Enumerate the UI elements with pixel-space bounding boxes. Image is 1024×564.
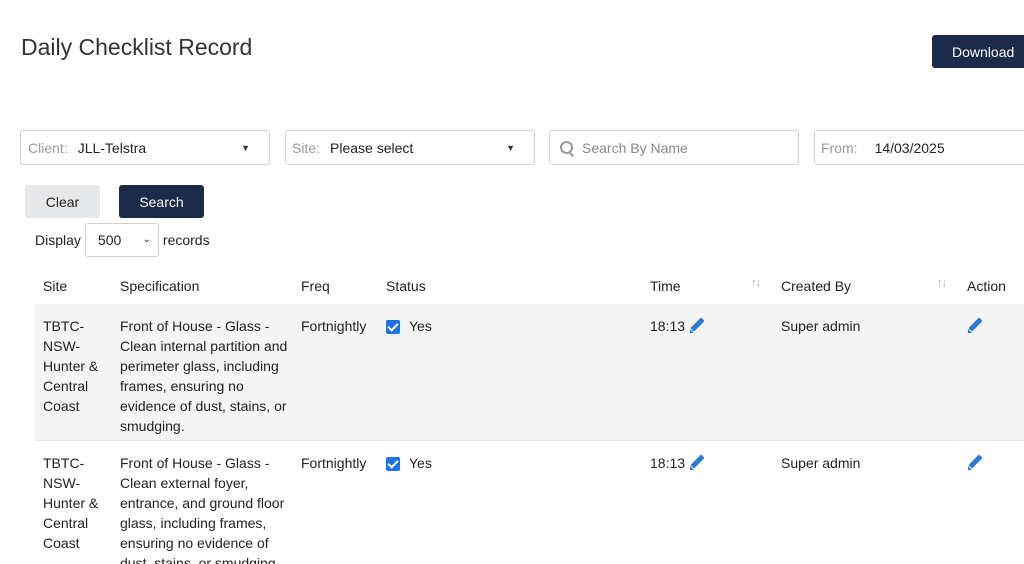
freq-cell: Fortnightly xyxy=(301,318,367,334)
download-button[interactable]: Download xyxy=(932,35,1024,68)
client-select[interactable]: Client: JLL-Telstra ▼ xyxy=(20,130,270,165)
freq-cell: Fortnightly xyxy=(301,455,367,471)
caret-down-icon: ▼ xyxy=(241,143,250,153)
from-date-field[interactable]: From: 14/03/2025 xyxy=(814,130,1024,165)
column-header-site[interactable]: Site xyxy=(43,278,67,294)
sort-icon[interactable]: ↑↓ xyxy=(751,277,761,289)
status-checkbox[interactable] xyxy=(386,456,400,471)
table-row: TBTC-NSW-Hunter & Central Coast Front of… xyxy=(35,304,1024,440)
caret-down-icon: ▼ xyxy=(506,143,515,153)
display-records-control: Display 500 ⌄ records xyxy=(35,223,210,257)
column-header-specification[interactable]: Specification xyxy=(120,278,199,294)
time-cell: 18:13 xyxy=(650,316,705,336)
status-text: Yes xyxy=(409,455,432,471)
created-by-cell: Super admin xyxy=(781,455,861,471)
site-select[interactable]: Site: Please select ▼ xyxy=(285,130,535,165)
search-field[interactable] xyxy=(549,130,799,165)
search-button[interactable]: Search xyxy=(119,185,204,218)
column-header-action: Action xyxy=(967,278,1006,294)
page: Daily Checklist Record Download Client: … xyxy=(0,0,1024,564)
search-icon xyxy=(560,140,574,155)
page-title: Daily Checklist Record xyxy=(21,34,253,60)
column-header-created-by[interactable]: Created By xyxy=(781,278,851,294)
column-header-freq[interactable]: Freq xyxy=(301,278,330,294)
specification-cell: Front of House - Glass - Clean internal … xyxy=(120,318,288,434)
client-value: JLL-Telstra xyxy=(77,139,147,156)
display-suffix: records xyxy=(162,232,210,248)
site-cell: TBTC-NSW-Hunter & Central Coast xyxy=(43,455,99,551)
sort-icon[interactable]: ↑↓ xyxy=(937,277,947,289)
table-row: TBTC-NSW-Hunter & Central Coast Front of… xyxy=(35,441,1024,564)
action-cell xyxy=(967,318,983,339)
status-cell: Yes xyxy=(386,453,432,473)
edit-pencil-icon[interactable] xyxy=(967,318,983,334)
search-input[interactable] xyxy=(582,139,782,156)
time-cell: 18:13 xyxy=(650,453,705,473)
clear-button[interactable]: Clear xyxy=(25,185,100,218)
status-text: Yes xyxy=(409,318,432,334)
site-value: Please select xyxy=(330,139,414,156)
from-label: From: xyxy=(821,139,858,156)
status-checkbox[interactable] xyxy=(386,319,400,334)
chevron-down-icon: ⌄ xyxy=(142,234,151,245)
edit-time-pencil-icon[interactable] xyxy=(689,318,705,334)
time-value: 18:13 xyxy=(650,318,686,334)
edit-time-pencil-icon[interactable] xyxy=(689,455,705,471)
time-value: 18:13 xyxy=(650,455,686,471)
action-cell xyxy=(967,455,983,476)
status-cell: Yes xyxy=(386,316,432,336)
created-by-cell: Super admin xyxy=(781,318,861,334)
display-prefix: Display xyxy=(35,232,81,248)
column-header-status[interactable]: Status xyxy=(386,278,426,294)
edit-pencil-icon[interactable] xyxy=(967,455,983,471)
site-cell: TBTC-NSW-Hunter & Central Coast xyxy=(43,318,99,414)
records-per-page-value: 500 xyxy=(97,232,122,248)
from-date-value[interactable]: 14/03/2025 xyxy=(875,140,945,156)
site-label: Site: xyxy=(292,139,321,156)
specification-cell: Front of House - Glass - Clean external … xyxy=(120,455,285,564)
column-header-time[interactable]: Time xyxy=(650,278,681,294)
client-label: Client: xyxy=(28,139,68,156)
records-per-page-select[interactable]: 500 ⌄ xyxy=(84,223,159,257)
